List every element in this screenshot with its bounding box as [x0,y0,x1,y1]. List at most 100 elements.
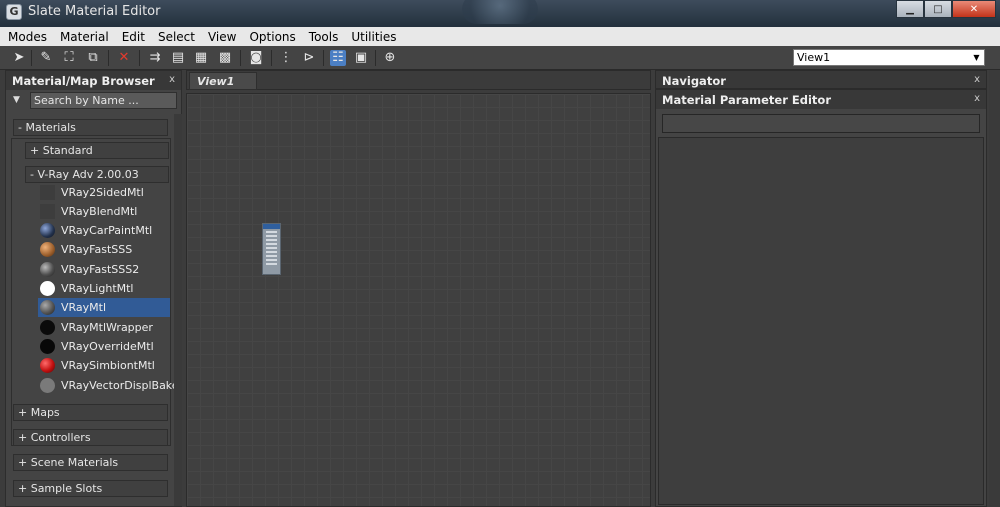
group-maps[interactable]: + Maps [13,404,168,421]
material-swatch [40,242,55,257]
group-sample-slots[interactable]: + Sample Slots [13,480,168,497]
parameter-editor-icon[interactable]: ▣ [353,50,369,66]
material-label: VRayMtl [61,301,107,314]
parameter-editor-title: Material Parameter Editor [662,93,831,107]
node-slot [266,235,277,237]
node-slot [266,251,277,253]
toolbar-separator [271,50,272,66]
menu-options[interactable]: Options [249,30,295,44]
material-swatch [40,204,55,219]
parameter-rollouts-area [658,137,984,505]
list-item[interactable]: VRayOverrideMtl [38,337,170,356]
group-controllers[interactable]: + Controllers [13,429,168,446]
navigator-panel: Navigator x [655,70,987,89]
group-scene-materials[interactable]: + Scene Materials [13,454,168,471]
list-item[interactable]: VRayLightMtl [38,279,170,298]
node-slot [266,231,277,233]
select-by-material-icon[interactable]: ⊕ [382,50,398,66]
browser-title: Material/Map Browser [12,74,155,88]
toolbar-separator [108,50,109,66]
list-item[interactable]: VRay2SidedMtl [38,183,170,202]
browser-scrollbar[interactable] [174,114,182,506]
node-slot [266,259,277,261]
assign-selection-icon[interactable]: ⧉ [85,50,101,66]
material-swatch [40,185,55,200]
title-decoration [462,0,538,24]
group-vray[interactable]: - V-Ray Adv 2.00.03 [25,166,169,183]
toolbar-separator [323,50,324,66]
layout-vertical-icon[interactable]: ⋮ [278,50,294,66]
close-icon[interactable]: x [974,93,980,104]
list-item[interactable]: VRaySimbiontMtl [38,356,170,375]
menu-bar: Modes Material Edit Select View Options … [0,27,1000,46]
group-standard[interactable]: + Standard [25,142,169,159]
right-edge-scrollbar[interactable] [989,70,1000,507]
material-swatch [40,378,55,393]
close-icon[interactable]: x [974,74,980,85]
select-arrow-icon[interactable]: ➤ [11,50,27,66]
chevron-down-icon[interactable]: ▼ [969,50,984,65]
show-background-icon[interactable]: ▩ [217,50,233,66]
menu-view[interactable]: View [208,30,236,44]
close-button[interactable]: ✕ [952,0,996,18]
material-swatch [40,223,55,238]
material-swatch [40,300,55,315]
list-item[interactable]: VRayVectorDisplBake [38,376,179,395]
node-slot [266,239,277,241]
layout-children-icon[interactable]: ⊳ [301,50,317,66]
browser-header: Material/Map Browser x [6,71,181,90]
navigator-title: Navigator [662,74,726,88]
node-slot [266,247,277,249]
toolbar: ➤ ✎ ⛶ ⧉ ✕ ⇉ ▤ ▦ ▩ ◙ ⋮ ⊳ ☷ ▣ ⊕ View1 ▼ [0,46,1000,70]
material-swatch [40,281,55,296]
list-item[interactable]: VRayBlendMtl [38,202,170,221]
title-bar: G Slate Material Editor ▁ □ ✕ [0,0,1000,27]
material-name-field[interactable] [662,114,980,133]
list-item[interactable]: VRayMtlWrapper [38,318,170,337]
maximize-button[interactable]: □ [924,0,952,18]
menu-modes[interactable]: Modes [8,30,47,44]
menu-utilities[interactable]: Utilities [351,30,396,44]
browser-tree: - Materials + Standard - V-Ray Adv 2.00.… [6,114,179,506]
material-map-browser-icon[interactable]: ☷ [330,50,346,66]
show-map-icon[interactable]: ▦ [193,50,209,66]
list-item[interactable]: VRayCarPaintMtl [38,221,170,240]
put-to-scene-icon[interactable]: ⛶ [61,50,77,66]
material-label: VRayVectorDisplBake [61,379,179,392]
toolbar-separator [139,50,140,66]
filter-dropdown-icon[interactable]: ▼ [13,95,20,105]
app-icon[interactable]: G [6,4,22,20]
menu-edit[interactable]: Edit [122,30,145,44]
material-label: VRaySimbiontMtl [61,359,155,372]
menu-tools[interactable]: Tools [309,30,339,44]
material-node[interactable] [262,223,281,275]
list-item-selected[interactable]: VRayMtl [38,298,170,317]
material-swatch [40,339,55,354]
background-icon[interactable]: ◙ [248,50,264,66]
minimize-button[interactable]: ▁ [896,0,924,18]
window-controls: ▁ □ ✕ [896,0,996,18]
move-children-icon[interactable]: ⇉ [147,50,163,66]
search-input[interactable]: Search by Name ... [30,92,177,109]
material-swatch [40,262,55,277]
node-view-canvas[interactable] [186,93,651,507]
material-label: VRayMtlWrapper [61,321,153,334]
hide-unused-icon[interactable]: ▤ [170,50,186,66]
material-label: VRayOverrideMtl [61,340,154,353]
tab-view1[interactable]: View1 [189,72,257,90]
close-icon[interactable]: x [169,74,175,85]
list-item[interactable]: VRayFastSSS [38,240,170,259]
group-materials[interactable]: - Materials [13,119,168,136]
delete-icon[interactable]: ✕ [116,50,132,66]
menu-material[interactable]: Material [60,30,109,44]
menu-select[interactable]: Select [158,30,195,44]
toolbar-separator [240,50,241,66]
material-label: VRayCarPaintMtl [61,224,153,237]
view-select-value: View1 [797,51,831,64]
pick-material-icon[interactable]: ✎ [38,50,54,66]
material-label: VRayBlendMtl [61,205,138,218]
list-item[interactable]: VRayFastSSS2 [38,260,170,279]
material-swatch [40,320,55,335]
view-select[interactable]: View1 ▼ [793,49,985,66]
window-title: Slate Material Editor [28,4,161,19]
